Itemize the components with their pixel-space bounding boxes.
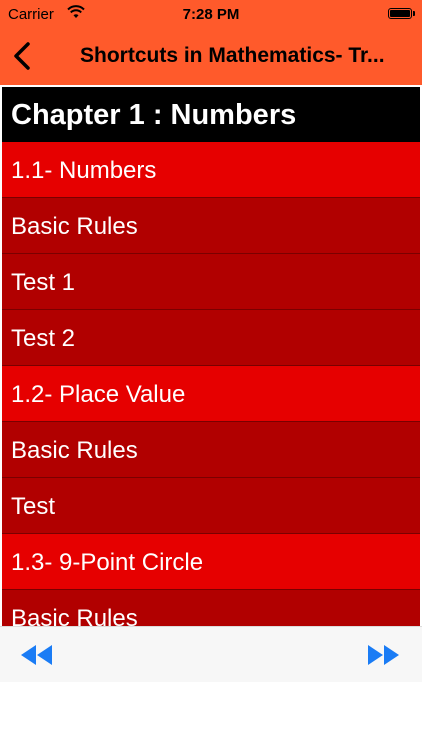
list-item[interactable]: Test 2 bbox=[2, 310, 420, 366]
battery-icon bbox=[388, 8, 415, 19]
fast-forward-icon bbox=[368, 645, 399, 665]
list-item[interactable]: 1.2- Place Value bbox=[2, 366, 420, 422]
list-item[interactable]: Basic Rules bbox=[2, 590, 420, 626]
rewind-icon bbox=[21, 645, 52, 665]
list-item[interactable]: Test 1 bbox=[2, 254, 420, 310]
list-item-label: 1.2- Place Value bbox=[11, 381, 186, 408]
list-item-label: Test 1 bbox=[11, 269, 76, 296]
list-item-label: Test bbox=[11, 493, 56, 520]
bottom-toolbar bbox=[0, 626, 422, 683]
navigation-bar: Shortcuts in Mathematics- Tr... bbox=[0, 28, 422, 85]
chevron-left-icon bbox=[14, 42, 30, 70]
list-item-label: Basic Rules bbox=[11, 437, 138, 464]
clock-time: 7:28 PM bbox=[182, 6, 240, 23]
topic-list: 1.1- Numbers Basic Rules Test 1 Test 2 1… bbox=[2, 142, 420, 626]
list-item-label: 1.3- 9-Point Circle bbox=[11, 549, 204, 576]
list-item-label: Test 2 bbox=[11, 325, 76, 352]
next-button[interactable] bbox=[364, 641, 402, 669]
list-item-label: Basic Rules bbox=[11, 213, 138, 240]
list-item[interactable]: 1.1- Numbers bbox=[2, 142, 420, 198]
list-item[interactable]: Basic Rules bbox=[2, 422, 420, 478]
chapter-header: Chapter 1 : Numbers bbox=[2, 87, 420, 142]
list-item-label: Basic Rules bbox=[11, 605, 138, 626]
app-screen: Carrier 7:28 PM Shortcuts in Mathematics… bbox=[0, 0, 422, 750]
list-item[interactable]: 1.3- 9-Point Circle bbox=[2, 534, 420, 590]
list-item[interactable]: Basic Rules bbox=[2, 198, 420, 254]
page-title: Shortcuts in Mathematics- Tr... bbox=[80, 44, 385, 67]
status-bar: Carrier 7:28 PM bbox=[0, 0, 422, 28]
list-item[interactable]: Test bbox=[2, 478, 420, 534]
back-button[interactable] bbox=[6, 36, 46, 76]
list-item-label: 1.1- Numbers bbox=[11, 157, 157, 184]
chapter-list-view[interactable]: Chapter 1 : Numbers 1.1- Numbers Basic R… bbox=[0, 85, 422, 626]
bottom-area bbox=[0, 682, 422, 750]
previous-button[interactable] bbox=[18, 641, 56, 669]
